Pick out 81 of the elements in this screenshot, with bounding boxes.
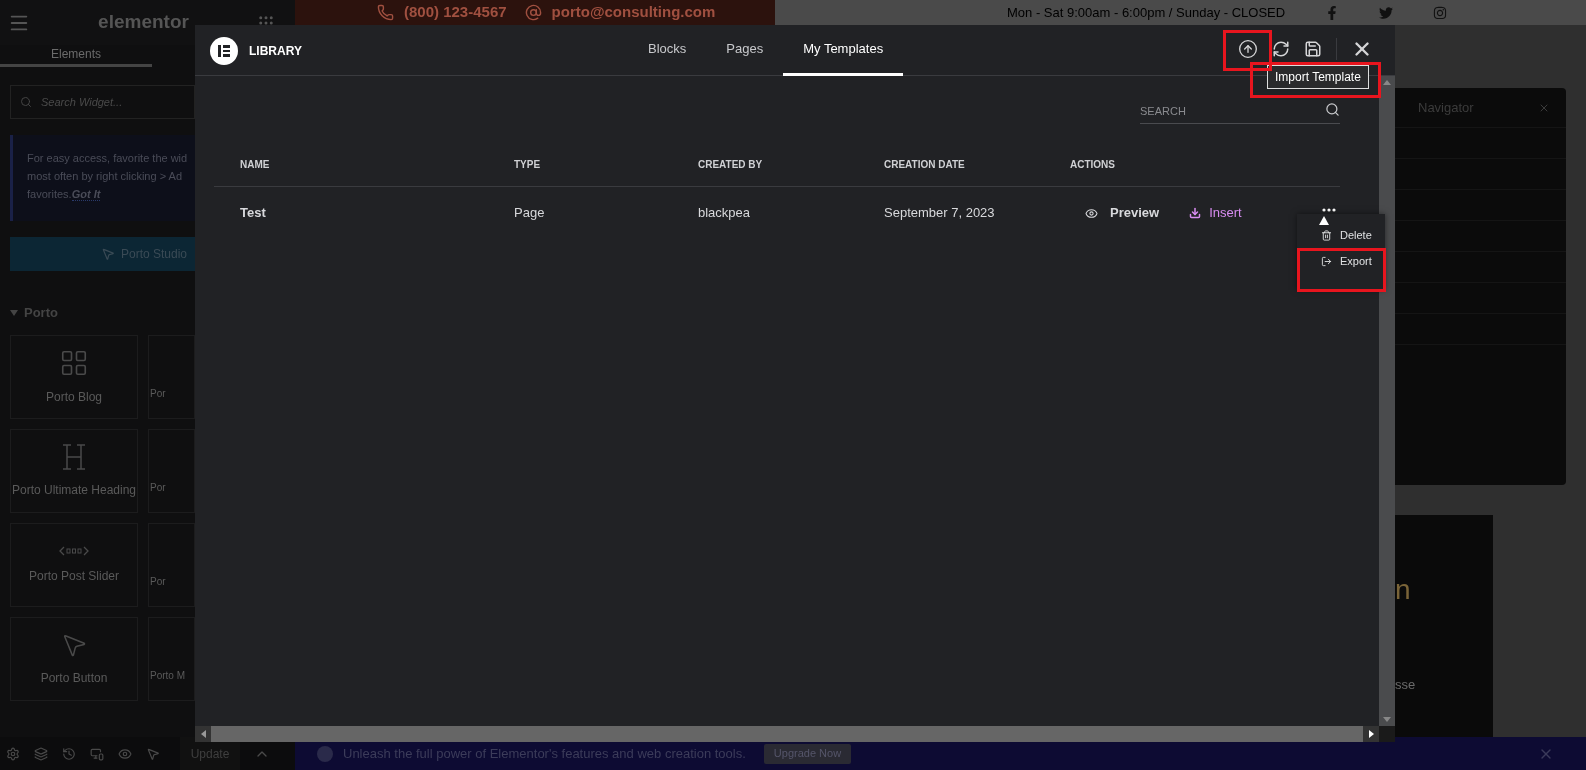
exit-icon — [1321, 255, 1332, 267]
cursor-icon[interactable] — [146, 746, 160, 761]
table-cell-text: Test — [240, 204, 267, 223]
panel-tab[interactable]: Elements — [0, 45, 152, 67]
widget-tile[interactable]: Porto Post Slider — [10, 522, 138, 607]
widget-label: Por — [150, 481, 166, 495]
tip-text: most often by right clicking > Ad — [27, 169, 183, 184]
slider-icon — [59, 544, 89, 557]
column-header: CREATED BY — [698, 158, 764, 172]
library-tab[interactable]: Blocks — [628, 25, 707, 76]
column-header: ACTIONS — [1070, 158, 1116, 172]
menu-item[interactable]: Delete — [1297, 226, 1385, 244]
widget-tile[interactable]: Por — [148, 428, 195, 513]
widget-label: Por — [150, 575, 166, 589]
widget-label: Porto Button — [40, 669, 108, 687]
brand-logo: elementor — [98, 10, 189, 35]
widget-tile[interactable]: Por — [148, 522, 195, 607]
preview-icon[interactable] — [118, 746, 132, 761]
layers-icon[interactable] — [34, 746, 48, 761]
scroll-left-icon[interactable] — [200, 730, 206, 738]
history-icon[interactable] — [62, 746, 76, 761]
heading-icon — [61, 442, 87, 471]
table-cell-text: Page — [514, 204, 546, 223]
instagram-icon[interactable] — [1433, 5, 1448, 20]
devices-icon[interactable] — [90, 746, 104, 761]
scroll-right-icon[interactable] — [1368, 730, 1374, 738]
text-fragment: sse — [1395, 676, 1417, 694]
horizontal-scrollbar[interactable] — [195, 726, 1379, 742]
search-field[interactable]: Search Widget... — [10, 85, 195, 119]
vertical-scrollbar[interactable] — [1379, 76, 1395, 726]
tip-text: For easy access, favorite the wid — [27, 151, 189, 166]
upload-icon[interactable] — [1238, 39, 1258, 59]
more-icon[interactable] — [1321, 208, 1336, 212]
library-tab[interactable]: Pages — [706, 25, 784, 76]
widget-label: Porto Ultimate Heading — [11, 481, 137, 499]
column-header: TYPE — [514, 158, 542, 172]
widget-tile[interactable]: Porto M — [148, 616, 195, 701]
scroll-down-icon[interactable] — [1383, 717, 1391, 722]
download-icon — [1189, 207, 1202, 219]
widget-label: Por — [150, 387, 166, 401]
email-address: porto@consulting.com — [551, 2, 716, 23]
phone-number: (800) 123-4567 — [404, 2, 507, 23]
widget-label: Porto M — [150, 669, 185, 683]
column-header: CREATION DATE — [884, 158, 966, 172]
widget-tile[interactable]: Por — [148, 334, 195, 419]
widget-tile[interactable]: Porto Ultimate Heading — [10, 428, 138, 513]
twitter-icon[interactable] — [1379, 5, 1394, 20]
search-field[interactable]: SEARCH — [1140, 99, 1340, 124]
search-icon — [1325, 102, 1340, 117]
tip-text: favorites.Got It — [27, 187, 102, 203]
logo-icon — [317, 745, 333, 762]
tooltip: Import Template — [1267, 65, 1369, 89]
widget-tile[interactable]: Porto Blog — [10, 334, 138, 419]
trash-icon — [1321, 229, 1332, 241]
eye-icon — [1085, 206, 1098, 220]
cursor-icon — [100, 247, 115, 261]
got-it-link[interactable]: Got It — [71, 188, 101, 201]
menu-item[interactable]: Export — [1297, 252, 1385, 270]
column-header: NAME — [240, 158, 271, 172]
widget-label: Porto Blog — [45, 388, 102, 406]
email-icon — [524, 4, 542, 21]
save-icon[interactable] — [1304, 40, 1322, 58]
library-title: LIBRARY — [249, 43, 302, 60]
heading-fragment: n — [1395, 575, 1412, 605]
opening-hours: Mon - Sat 9:00am - 6:00pm / Sunday - CLOSED — [1007, 3, 1286, 22]
insert-button[interactable]: Insert — [1189, 203, 1242, 223]
caret-icon — [10, 309, 18, 316]
table-cell-text: September 7, 2023 — [884, 204, 996, 223]
logo-icon — [210, 37, 238, 65]
library-tab[interactable]: My Templates — [783, 25, 904, 76]
scrollbar-corner — [1379, 726, 1395, 742]
settings-icon[interactable] — [6, 746, 20, 761]
table-cell-text: blackpea — [698, 204, 752, 223]
widget-tile[interactable]: Porto Button — [10, 616, 138, 701]
sync-icon[interactable] — [1272, 40, 1290, 58]
scroll-up-icon[interactable] — [1383, 80, 1391, 85]
preview-button[interactable]: Preview — [1085, 203, 1160, 223]
widget-label: Porto Post Slider — [28, 567, 119, 585]
pointer-icon — [1319, 216, 1329, 225]
phone-icon — [377, 4, 394, 21]
search-icon — [20, 96, 32, 108]
